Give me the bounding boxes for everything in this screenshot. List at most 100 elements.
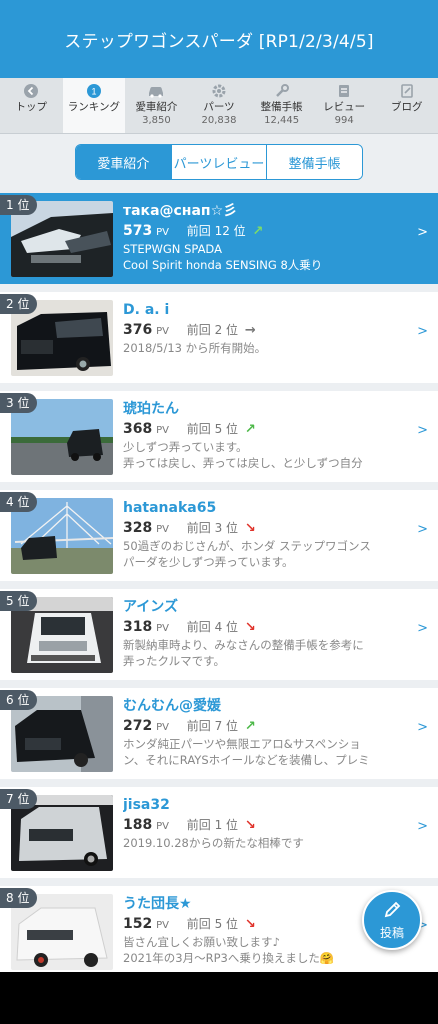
tab-parts[interactable]: パーツ 20,838	[188, 78, 251, 133]
previous-rank: 前回 12 位	[186, 224, 246, 238]
item-stats: 376 PV 前回 2 位 →	[123, 320, 412, 340]
back-arrow-icon	[22, 83, 40, 99]
pv-unit: PV	[156, 821, 169, 832]
user-name: hatanaka65	[123, 500, 217, 516]
item-info: アインズ 318 PV 前回 4 位 ↘ 新製納車時より、みなさんの整備手帳を参…	[123, 597, 412, 669]
segment-car-intro[interactable]: 愛車紹介	[76, 145, 171, 179]
item-info: 琥珀たん 368 PV 前回 5 位 ↗ 少しずつ弄っています。 弄っては戻し、…	[123, 399, 412, 471]
tab-car-intro[interactable]: 愛車紹介 3,850	[125, 78, 188, 133]
blog-icon	[398, 83, 416, 99]
wrench-icon	[273, 83, 291, 99]
trend-flat-icon: →	[244, 323, 256, 338]
tab-label: 愛車紹介	[135, 101, 178, 113]
rank-badge: 2 位	[0, 294, 38, 314]
page-title: ステップワゴンスパーダ [RP1/2/3/4/5]	[64, 31, 374, 52]
user-name: むんむん@愛媛	[123, 698, 221, 714]
pv-unit: PV	[156, 920, 169, 931]
description-line: 2021年の3月～RP3へ乗り換えました🤗	[123, 951, 335, 965]
user-name: така@снап☆彡	[123, 203, 238, 219]
previous-rank: 前回 7 位	[186, 719, 239, 733]
rank-badge: 3 位	[0, 393, 38, 413]
ranking-item[interactable]: 6 位 むんむん@愛媛 272 PV 前回 7 位 ↗ ホンダ純正パーツや無限エ…	[0, 688, 438, 779]
tab-maintenance[interactable]: 整備手帳 12,445	[250, 78, 313, 133]
item-stats: 368 PV 前回 5 位 ↗	[123, 419, 412, 439]
description-line: ン、それにRAYSホイールなどを装備し、プレミ	[123, 753, 370, 767]
description-line: ホンダ純正パーツや無限エアロ&サスペンショ	[123, 737, 361, 751]
pv-unit: PV	[156, 227, 169, 238]
pv-unit: PV	[156, 326, 169, 337]
gear-icon	[210, 83, 228, 99]
pv-unit: PV	[156, 524, 169, 535]
rank-badge: 7 位	[0, 789, 38, 809]
post-button[interactable]: 投稿	[362, 890, 422, 950]
tab-label: パーツ	[203, 101, 235, 113]
item-stats: 188 PV 前回 1 位 ↘	[123, 815, 412, 835]
chevron-right-icon: >	[417, 324, 428, 339]
page-header: ステップワゴンスパーダ [RP1/2/3/4/5]	[0, 0, 438, 78]
item-info: jisa32 188 PV 前回 1 位 ↘ 2019.10.28からの新たな相…	[123, 795, 412, 851]
tab-top[interactable]: トップ	[0, 78, 63, 133]
description-line: 少しずつ弄っています。	[123, 440, 248, 454]
ranking-list: 1 位 така@снап☆彡 573 PV 前回 12 位 ↗ STEPWGN…	[0, 193, 438, 972]
car-icon	[147, 83, 165, 99]
chevron-right-icon: >	[417, 720, 428, 735]
description-line: パーダを少しずつ弄っています。	[123, 555, 294, 569]
post-label: 投稿	[379, 926, 404, 940]
tab-ranking[interactable]: 1 ランキング	[62, 78, 126, 133]
trend-down-icon: ↘	[244, 620, 256, 635]
previous-rank: 前回 1 位	[186, 818, 239, 832]
ranking-item[interactable]: 7 位 jisa32 188 PV 前回 1 位 ↘ 2019.10.28からの…	[0, 787, 438, 878]
rank-badge: 8 位	[0, 888, 38, 908]
trend-up-icon: ↗	[252, 224, 264, 239]
item-stats: 328 PV 前回 3 位 ↘	[123, 518, 412, 538]
previous-rank: 前回 5 位	[186, 422, 239, 436]
pv-unit: PV	[156, 722, 169, 733]
trend-down-icon: ↘	[244, 818, 256, 833]
pv-count: 188	[123, 817, 153, 833]
tab-count: 20,838	[201, 115, 237, 126]
pv-count: 318	[123, 619, 153, 635]
pv-count: 152	[123, 916, 153, 932]
pv-count: 376	[123, 322, 153, 338]
item-info: hatanaka65 328 PV 前回 3 位 ↘ 50過ぎのおじさんが、ホン…	[123, 498, 412, 570]
item-stats: 272 PV 前回 7 位 ↗	[123, 716, 412, 736]
tab-blog[interactable]: ブログ	[375, 78, 438, 133]
rank-badge: 5 位	[0, 591, 38, 611]
pv-count: 573	[123, 223, 153, 239]
ranking-item[interactable]: 2 位 D. a. i 376 PV 前回 2 位 → 2018/5/13 から…	[0, 292, 438, 383]
item-stats: 318 PV 前回 4 位 ↘	[123, 617, 412, 637]
pv-count: 272	[123, 718, 153, 734]
user-name: アインズ	[123, 599, 179, 615]
ranking-item[interactable]: 1 位 така@снап☆彡 573 PV 前回 12 位 ↗ STEPWGN…	[0, 193, 438, 284]
chevron-right-icon: >	[417, 522, 428, 537]
tab-label: レビュー	[323, 101, 366, 113]
previous-rank: 前回 4 位	[186, 620, 239, 634]
tab-count: 994	[334, 115, 354, 126]
description-line: 50過ぎのおじさんが、ホンダ ステップワゴンス	[123, 539, 371, 553]
trend-down-icon: ↘	[244, 917, 256, 932]
user-name: 琥珀たん	[123, 401, 179, 417]
tab-label: トップ	[15, 101, 48, 113]
rank-medal-icon: 1	[85, 83, 103, 99]
pencil-icon	[381, 899, 403, 924]
description-line: STEPWGN SPADA	[123, 242, 222, 256]
pv-unit: PV	[156, 425, 169, 436]
tab-label: ランキング	[67, 101, 120, 113]
ranking-item[interactable]: 4 位 hatanaka65 328 PV 前回 3 位 ↘ 50過ぎのおじさん…	[0, 490, 438, 581]
item-info: D. a. i 376 PV 前回 2 位 → 2018/5/13 から所有開始…	[123, 300, 412, 356]
segment-maintenance[interactable]: 整備手帳	[266, 145, 362, 179]
ranking-item[interactable]: 3 位 琥珀たん 368 PV 前回 5 位 ↗ 少しずつ弄っています。 弄って…	[0, 391, 438, 482]
segment-parts-review[interactable]: パーツレビュー	[170, 145, 267, 179]
user-name: jisa32	[123, 797, 170, 813]
pv-count: 328	[123, 520, 153, 536]
pv-count: 368	[123, 421, 153, 437]
description-line: 弄ったクルマです。	[123, 654, 226, 668]
tab-label: 整備手帳	[260, 101, 303, 113]
tab-review[interactable]: レビュー 994	[313, 78, 376, 133]
description-line: Cool Spirit honda SENSING 8人乗り	[123, 258, 323, 272]
item-stats: 573 PV 前回 12 位 ↗	[123, 221, 412, 241]
chevron-right-icon: >	[417, 225, 428, 240]
description-line: 新製納車時より、みなさんの整備手帳を参考に	[123, 638, 364, 652]
category-tabs: トップ 1 ランキング 愛車紹介 3,850 パーツ 20,838 整備手帳 1…	[0, 78, 438, 134]
ranking-item[interactable]: 5 位 アインズ 318 PV 前回 4 位 ↘ 新製納車時より、みなさんの整備…	[0, 589, 438, 680]
